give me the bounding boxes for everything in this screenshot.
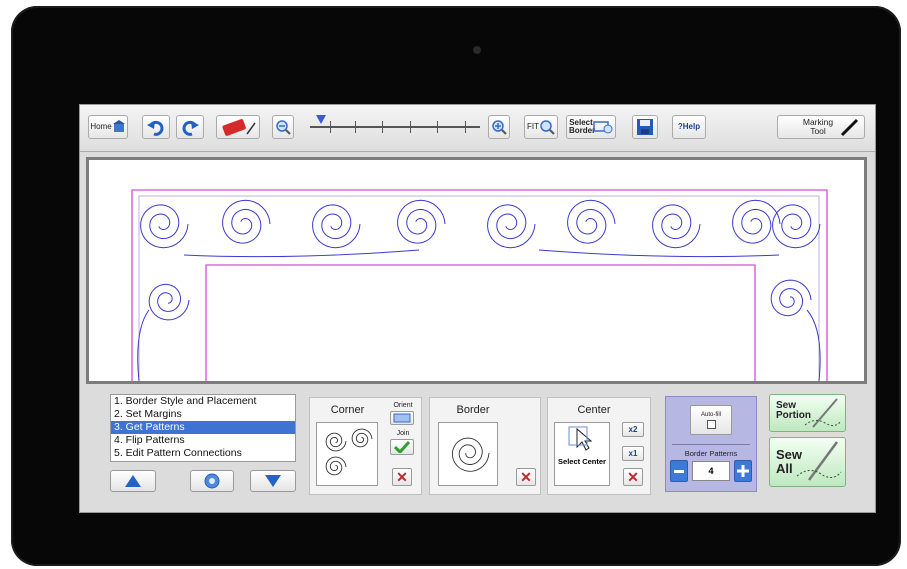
border-patterns-panel: Auto-fill Border Patterns 4 — [665, 396, 757, 492]
redo-icon — [182, 120, 199, 136]
inner-margin-line — [205, 264, 756, 381]
eraser-button[interactable] — [216, 115, 260, 139]
toolbar: Home FIT Select Border ?Help Marking Too… — [80, 105, 875, 152]
save-button[interactable] — [632, 115, 658, 139]
corner-box: Corner Orient Join ✕ — [309, 397, 422, 495]
undo-button[interactable] — [142, 115, 170, 139]
corner-pattern-thumb[interactable] — [316, 422, 378, 486]
spiral-pattern — [137, 199, 821, 382]
redo-button[interactable] — [176, 115, 204, 139]
decrease-patterns-button[interactable] — [670, 460, 688, 482]
slider-tick — [382, 121, 383, 133]
close-icon: ✕ — [520, 468, 532, 485]
tablet-bezel: Home FIT Select Border ?Help Marking Too… — [11, 6, 901, 566]
pointer-icon — [568, 426, 593, 451]
slider-tick — [410, 121, 411, 133]
zoom-fit-icon — [540, 120, 555, 135]
step-item-5[interactable]: 5. Edit Pattern Connections — [111, 447, 295, 460]
minus-icon — [674, 469, 684, 473]
zoom-slider-thumb[interactable] — [316, 115, 326, 124]
marking-tool-label: Marking Tool — [802, 117, 834, 136]
home-button[interactable]: Home — [88, 115, 128, 139]
step-item-2[interactable]: 2. Set Margins — [111, 408, 295, 421]
zoom-slider-track[interactable] — [310, 126, 480, 128]
plus-icon — [737, 465, 749, 477]
sew-all-button[interactable]: Sew All — [769, 437, 846, 487]
corner-spiral-icon — [325, 428, 373, 476]
close-icon: ✕ — [627, 468, 639, 485]
center-x1-button[interactable]: x1 — [622, 446, 644, 461]
marking-tool-button[interactable]: Marking Tool — [777, 115, 865, 139]
corner-delete-button[interactable]: ✕ — [392, 468, 412, 486]
center-title: Center — [577, 404, 611, 416]
border-patterns-title: Border Patterns — [684, 449, 738, 458]
slider-tick — [437, 121, 438, 133]
select-border-icon — [593, 121, 613, 134]
needle-icon — [796, 441, 842, 481]
border-spiral-icon — [451, 437, 490, 472]
undo-icon — [147, 120, 164, 136]
border-delete-button[interactable]: ✕ — [516, 468, 536, 486]
center-x2-button[interactable]: x2 — [622, 422, 644, 437]
slider-tick — [330, 121, 331, 133]
zoom-in-button[interactable] — [488, 115, 510, 139]
zoom-out-button[interactable] — [272, 115, 294, 139]
autofill-label: Auto-fill — [700, 411, 721, 418]
step-item-4[interactable]: 4. Flip Patterns — [111, 434, 295, 447]
arrow-down-icon — [265, 475, 281, 487]
center-box: Center Select Center x2 x1 ✕ — [547, 397, 651, 495]
select-center-button[interactable]: Select Center — [554, 422, 610, 486]
zoom-fit-button[interactable]: FIT — [524, 115, 558, 139]
marking-pen-icon — [840, 118, 859, 137]
border-pattern-drawing — [131, 189, 828, 382]
checkmark-icon — [394, 441, 410, 453]
join-label: Join — [396, 430, 410, 437]
step-item-1[interactable]: 1. Border Style and Placement — [111, 395, 295, 408]
home-icon — [112, 120, 125, 132]
orient-button[interactable] — [390, 411, 414, 425]
zoom-fit-label: FIT — [527, 122, 539, 131]
home-label: Home — [90, 122, 112, 131]
outer-margin-line — [131, 189, 828, 381]
center-delete-button[interactable]: ✕ — [623, 468, 643, 486]
step-down-button[interactable] — [250, 470, 296, 492]
step-up-button[interactable] — [110, 470, 156, 492]
select-border-button[interactable]: Select Border — [566, 115, 616, 139]
border-pattern-thumb[interactable] — [438, 422, 498, 486]
orient-label: Orient — [393, 402, 413, 409]
autofill-button[interactable]: Auto-fill — [690, 405, 732, 435]
control-panel: 1. Border Style and Placement 2. Set Mar… — [80, 388, 875, 512]
step-item-3[interactable]: 3. Get Patterns — [111, 421, 295, 434]
steps-list: 1. Border Style and Placement 2. Set Mar… — [110, 394, 296, 462]
autofill-checkbox[interactable] — [706, 419, 716, 429]
app-screen: Home FIT Select Border ?Help Marking Too… — [79, 104, 876, 513]
border-title: Border — [456, 404, 490, 416]
help-button[interactable]: ?Help — [672, 115, 706, 139]
needle-icon — [804, 398, 842, 428]
info-icon — [204, 473, 220, 489]
slider-tick — [355, 121, 356, 133]
slider-tick — [465, 121, 466, 133]
camera-dot — [473, 46, 481, 54]
save-icon — [637, 119, 653, 135]
select-center-label: Select Center — [558, 457, 606, 466]
select-border-label: Select Border — [569, 118, 596, 135]
sew-portion-button[interactable]: Sew Portion — [769, 394, 846, 432]
border-box: Border ✕ — [429, 397, 541, 495]
divider — [672, 444, 750, 445]
zoom-in-icon — [492, 120, 507, 135]
help-label: ?Help — [677, 122, 701, 131]
design-canvas[interactable] — [86, 157, 867, 384]
pattern-count-field[interactable]: 4 — [692, 461, 730, 481]
orient-icon — [393, 413, 411, 423]
corner-title: Corner — [330, 404, 365, 416]
arrow-up-icon — [125, 475, 141, 487]
increase-patterns-button[interactable] — [734, 460, 752, 482]
close-icon: ✕ — [396, 468, 408, 485]
join-button[interactable] — [390, 439, 414, 455]
step-info-button[interactable] — [190, 470, 234, 492]
zoom-out-icon — [276, 120, 291, 135]
eraser-icon — [222, 119, 256, 136]
